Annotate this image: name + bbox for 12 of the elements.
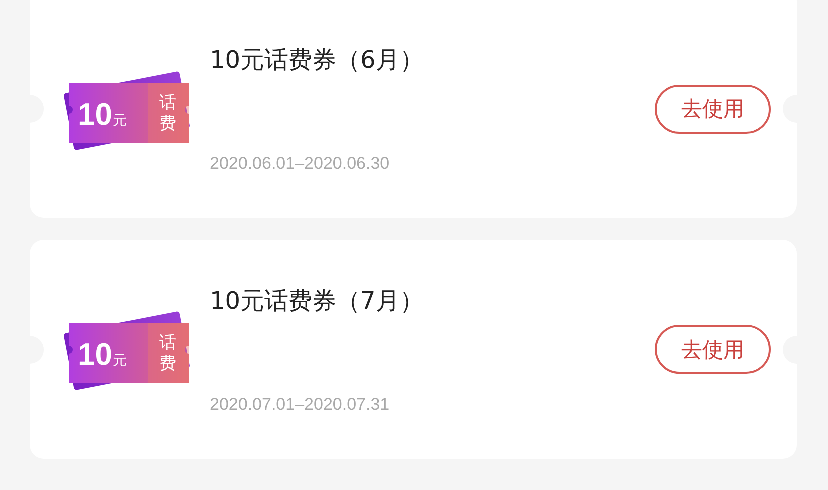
coupon-title: 10元话费券（7月） — [210, 286, 425, 316]
use-button[interactable]: 去使用 — [655, 84, 771, 134]
validity-date: 2020.06.01–2020.06.30 — [210, 154, 391, 174]
ticket-amount: 10 — [78, 337, 112, 372]
ticket-amount: 10 — [78, 96, 112, 132]
ticket-label: 话费 — [160, 92, 176, 134]
coupon-title: 10元话费券（6月） — [210, 45, 425, 76]
ticket-unit: 元 — [113, 112, 127, 128]
ticket-label: 话费 — [160, 333, 176, 374]
validity-date: 2020.07.01–2020.07.31 — [210, 394, 391, 414]
use-button[interactable]: 去使用 — [655, 325, 771, 374]
ticket-unit: 元 — [113, 353, 127, 369]
